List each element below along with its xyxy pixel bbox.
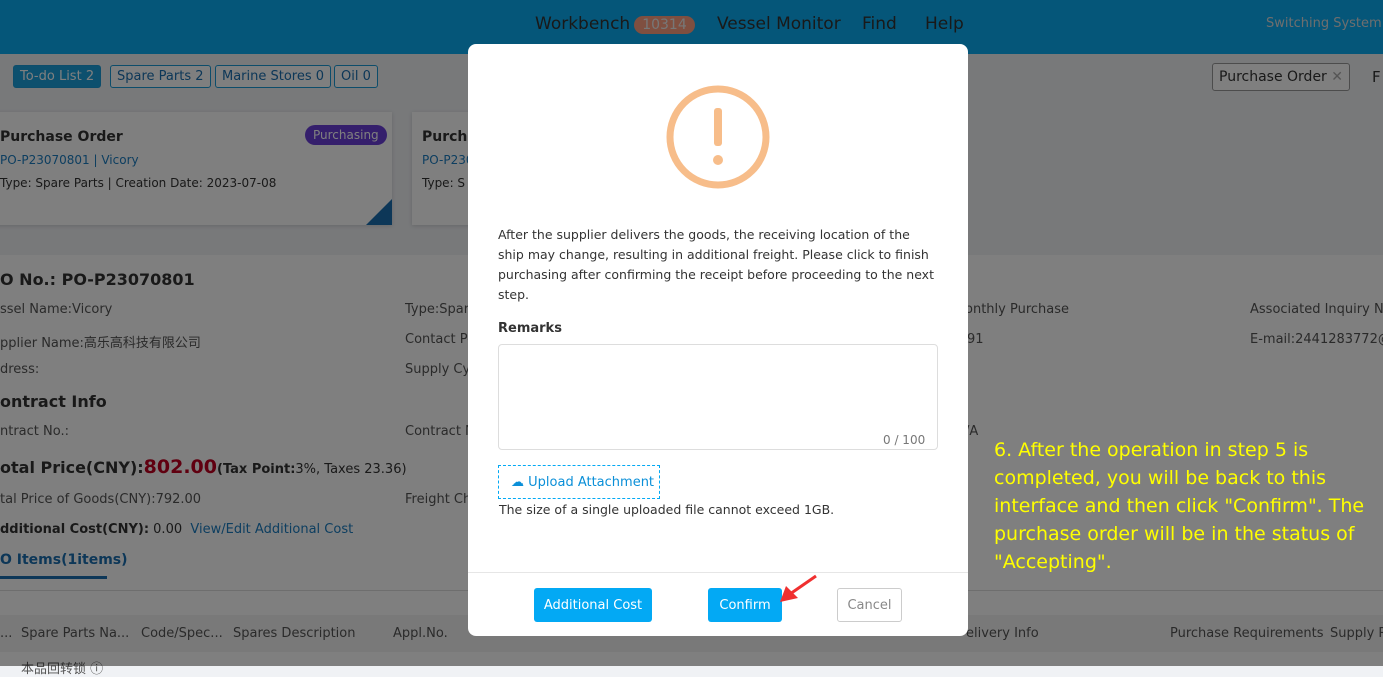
- char-counter: 0 / 100: [883, 433, 926, 447]
- warning-icon: [666, 85, 770, 189]
- tutorial-annotation: 6. After the operation in step 5 is comp…: [994, 439, 1365, 573]
- additional-cost-button[interactable]: Additional Cost: [534, 588, 652, 622]
- upload-label: Upload Attachment: [528, 475, 655, 490]
- remarks-label: Remarks: [498, 321, 562, 336]
- cloud-upload-icon: ☁: [511, 475, 524, 490]
- footer-divider: [468, 572, 968, 573]
- remarks-textarea[interactable]: [498, 344, 938, 450]
- dialog-message: After the supplier delivers the goods, t…: [498, 227, 934, 302]
- upload-attachment-button[interactable]: ☁ Upload Attachment: [498, 465, 660, 499]
- cancel-button[interactable]: Cancel: [837, 588, 902, 622]
- confirm-dialog: After the supplier delivers the goods, t…: [468, 44, 968, 636]
- upload-hint: The size of a single uploaded file canno…: [499, 502, 835, 517]
- red-arrow-annotation-icon: [780, 574, 817, 602]
